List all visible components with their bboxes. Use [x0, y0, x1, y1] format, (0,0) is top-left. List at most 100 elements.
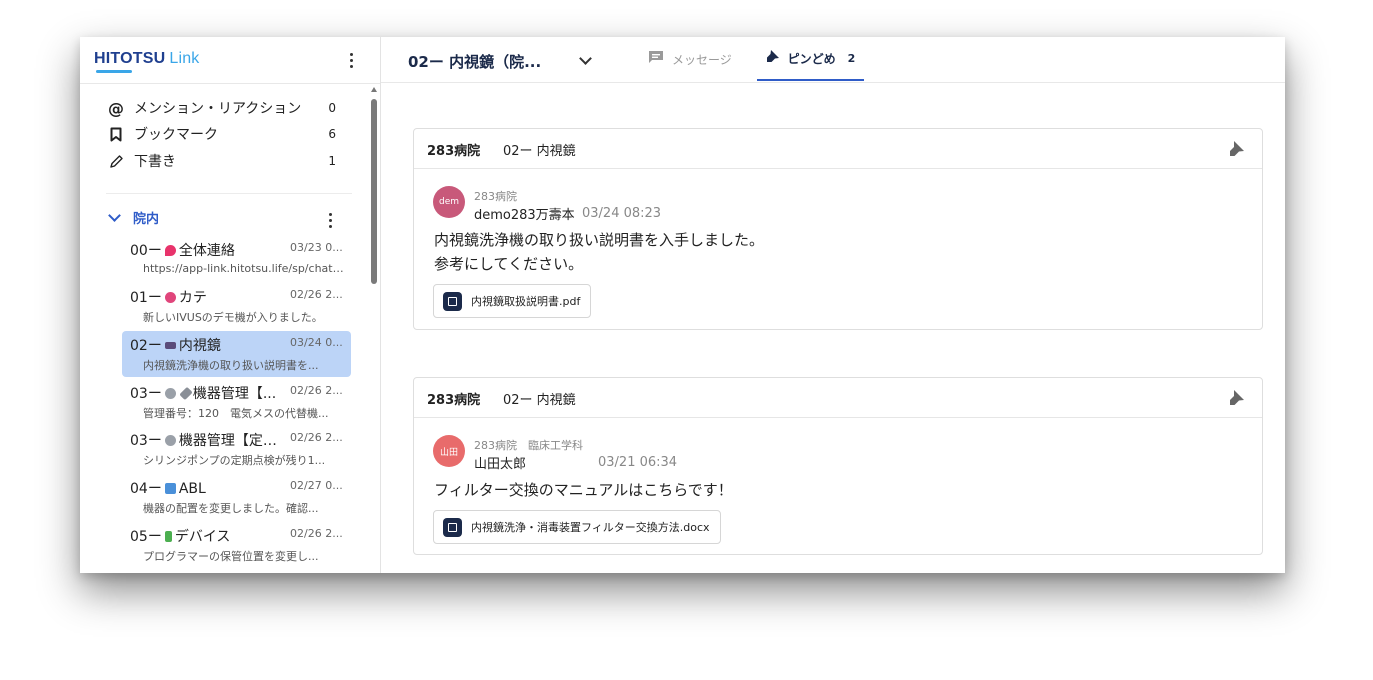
sidebar-menu-icon[interactable] — [349, 53, 353, 68]
quick-item-count: 6 — [328, 127, 336, 141]
avatar[interactable]: 山田 — [433, 435, 465, 467]
sender-name: demo283万壽本 — [474, 208, 575, 223]
room-item[interactable]: 03ー 機器管理【... 02/26 2... 管理番号：120 電気メスの代替機… — [122, 379, 351, 425]
room-date: 03/24 0... — [290, 336, 343, 349]
card-hospital: 283病院 — [427, 144, 481, 159]
message-line: フィルター交換のマニュアルはこちらです！ — [434, 481, 733, 499]
logo-swoosh — [96, 70, 132, 73]
abacus-emoji-icon — [164, 482, 176, 494]
camera-emoji-icon — [164, 341, 176, 349]
room-date: 02/26 2... — [290, 431, 343, 444]
room-preview: プログラマーの保管位置を変更し... — [143, 550, 319, 563]
attachment-name: 内視鏡取扱説明書.pdf — [471, 295, 581, 308]
quick-item-count: 0 — [328, 101, 336, 115]
pdf-file-icon — [443, 291, 462, 311]
room-date: 02/27 0... — [290, 479, 343, 492]
gear-emoji-icon — [164, 387, 176, 399]
message-icon — [648, 50, 664, 68]
quick-item-bookmarks[interactable]: ブックマーク 6 — [106, 122, 336, 146]
tab-messages[interactable]: メッセージ — [648, 37, 732, 81]
docx-file-icon — [443, 517, 462, 537]
group-header-innai[interactable]: 院内 — [108, 208, 159, 227]
room-title: 04ー ABL — [130, 481, 206, 497]
unpin-icon[interactable] — [1228, 388, 1246, 406]
room-preview: 管理番号：120 電気メスの代替機... — [143, 407, 329, 420]
quick-item-label: 下書き — [134, 154, 176, 170]
pinned-message-card[interactable]: 283病院 02ー 内視鏡 山田 283病院 臨床工学科 山田太郎 03/21 … — [413, 377, 1263, 555]
message-line: 内視鏡洗浄機の取り扱い説明書を入手しました。 — [434, 231, 765, 249]
scrollbar-thumb[interactable] — [371, 99, 377, 284]
room-item[interactable]: 01ー カテ 02/26 2... 新しいIVUSのデモ機が入りました。 — [122, 283, 351, 329]
quick-item-count: 1 — [328, 154, 336, 168]
attachment-file[interactable]: 内視鏡洗浄・消毒装置フィルター交換方法.docx — [433, 510, 721, 544]
wrench-emoji-icon — [179, 386, 193, 400]
card-header: 283病院 02ー 内視鏡 — [414, 129, 1262, 169]
attachment-name: 内視鏡洗浄・消毒装置フィルター交換方法.docx — [471, 521, 710, 534]
room-title: 02ー 内視鏡 — [130, 338, 221, 354]
sender-org: 283病院 臨床工学科 — [474, 439, 583, 452]
avatar[interactable]: dem — [433, 186, 465, 218]
card-hospital: 283病院 — [427, 393, 481, 408]
quick-item-mentions[interactable]: @ メンション・リアクション 0 — [106, 96, 336, 120]
room-item[interactable]: 05ー デバイス 02/26 2... プログラマーの保管位置を変更し... — [122, 522, 351, 568]
message-time: 03/24 08:23 — [582, 206, 662, 221]
room-preview: 機器の配置を変更しました。確認... — [143, 502, 319, 515]
room-item[interactable]: 00ー 全体連絡 03/23 0... https://app-link.hito… — [122, 236, 351, 282]
pencil-icon — [106, 154, 126, 169]
divider — [106, 193, 352, 194]
room-title: 00ー 全体連絡 — [130, 243, 235, 259]
tab-label: メッセージ — [672, 52, 732, 67]
unpin-icon[interactable] — [1228, 139, 1246, 157]
card-room: 02ー 内視鏡 — [503, 393, 576, 408]
header-room-title: 02ー 内視鏡（院... — [408, 53, 542, 71]
room-date: 02/26 2... — [290, 384, 343, 397]
sidebar: HITOTSU Link @ メンション・リアクション 0 ブックマーク 6 下書… — [80, 37, 381, 573]
battery-emoji-icon — [164, 530, 172, 542]
pin-emoji-icon — [164, 244, 176, 256]
room-item[interactable]: 04ー ABL 02/27 0... 機器の配置を変更しました。確認... — [122, 474, 351, 520]
app-window: HITOTSU Link @ メンション・リアクション 0 ブックマーク 6 下書… — [80, 37, 1285, 573]
message-time: 03/21 06:34 — [598, 455, 678, 470]
room-title: 03ー 機器管理【... — [130, 386, 277, 402]
gear-emoji-icon — [164, 434, 176, 446]
room-title: 01ー カテ — [130, 290, 207, 306]
tab-count: 2 — [847, 51, 856, 65]
room-item-active[interactable]: 02ー 内視鏡 03/24 0... 内視鏡洗浄機の取り扱い説明書を... — [122, 331, 351, 377]
chevron-down-icon — [108, 209, 121, 222]
room-preview: 内視鏡洗浄機の取り扱い説明書を... — [143, 359, 319, 372]
room-title-selector[interactable]: 02ー 内視鏡（院... — [408, 51, 541, 72]
room-date: 02/26 2... — [290, 288, 343, 301]
message-body: 内視鏡洗浄機の取り扱い説明書を入手しました。 参考にしてください。 — [434, 228, 764, 276]
quick-item-label: ブックマーク — [134, 127, 218, 143]
message-body: フィルター交換のマニュアルはこちらです！ — [434, 478, 733, 502]
at-icon: @ — [108, 98, 124, 118]
scroll-up-arrow-icon[interactable] — [371, 87, 377, 92]
room-preview: https://app-link.hitotsu.life/sp/chat/1.… — [143, 262, 346, 275]
sidebar-scrollbar[interactable] — [369, 84, 379, 573]
room-preview: シリンジポンプの定期点検が残り1... — [143, 454, 326, 467]
heart-emoji-icon — [164, 291, 176, 303]
group-menu-icon[interactable] — [328, 213, 332, 228]
tab-label: ピンどめ — [787, 51, 836, 66]
divider — [80, 83, 380, 84]
card-header: 283病院 02ー 内視鏡 — [414, 378, 1262, 418]
message-line: 参考にしてください。 — [434, 255, 584, 273]
attachment-file[interactable]: 内視鏡取扱説明書.pdf — [433, 284, 592, 318]
card-room: 02ー 内視鏡 — [503, 144, 576, 159]
quick-item-drafts[interactable]: 下書き 1 — [106, 149, 336, 173]
sender-name: 山田太郎 — [474, 457, 527, 472]
tab-pinned[interactable]: ピンどめ 2 — [757, 37, 864, 81]
group-label: 院内 — [133, 212, 160, 227]
app-logo: HITOTSU Link — [94, 50, 200, 67]
quick-item-label: メンション・リアクション — [134, 101, 302, 117]
pinned-message-card[interactable]: 283病院 02ー 内視鏡 dem 283病院 demo283万壽本 03/24… — [413, 128, 1263, 330]
sender-org: 283病院 — [474, 190, 517, 203]
room-title: 03ー 機器管理【定期... — [130, 433, 286, 449]
chevron-down-icon[interactable] — [579, 52, 592, 65]
main-panel: 02ー 内視鏡（院... メッセージ ピンどめ 2 283病院 02ー 内視鏡 … — [381, 37, 1285, 573]
bookmark-icon — [106, 127, 126, 142]
pin-icon — [766, 49, 780, 67]
room-title: 05ー デバイス — [130, 529, 231, 545]
room-preview: 新しいIVUSのデモ機が入りました。 — [143, 311, 323, 324]
room-item[interactable]: 03ー 機器管理【定期... 02/26 2... シリンジポンプの定期点検が残り… — [122, 426, 351, 472]
